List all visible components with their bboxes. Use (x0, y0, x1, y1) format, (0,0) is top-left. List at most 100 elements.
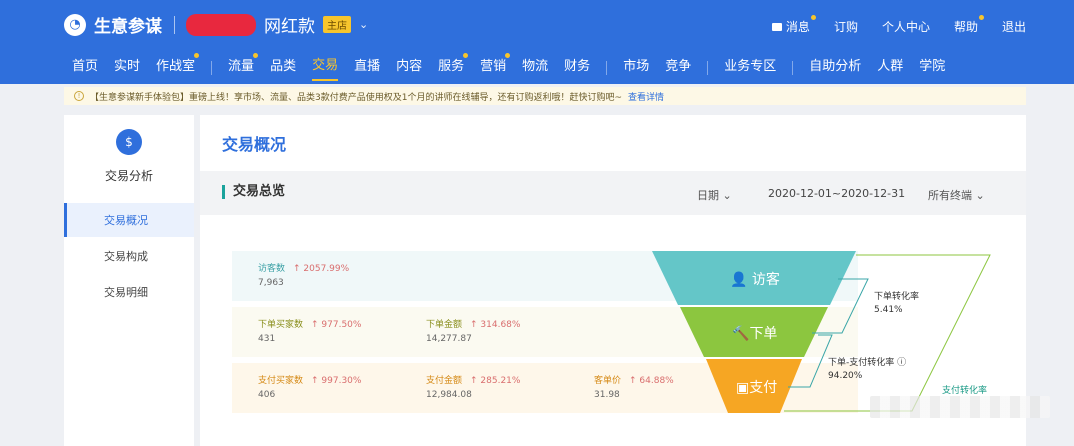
metric-name: 访客数 (258, 264, 286, 274)
conv-value: 94.20% (828, 371, 863, 381)
order-amount-metric: 下单金额 ↑ 314.68% 14,277.87 (426, 317, 520, 344)
metric-value: 7,963 (258, 278, 284, 288)
help-label: 帮助 (953, 20, 978, 34)
date-range: 2020-12-01~2020-12-31 (768, 187, 906, 200)
order-buyers-metric: 下单买家数 ↑ 977.50% 431 (258, 317, 361, 344)
top-bar: ◔ 生意参谋 网红款 主店 ⌄ 消息 订购 个人中心 帮助 退出 首页 实时 作… (0, 0, 1074, 84)
visitors-metric: 访客数 ↑ 2057.99% 7,963 (258, 261, 349, 288)
sidebar-title: 交易分析 (104, 169, 153, 183)
order-pay-conversion-rate: 下单-支付转化率 ⓘ 94.20% (828, 355, 906, 381)
nav-traffic-label: 流量 (228, 59, 255, 74)
terminal-label: 所有终端 (928, 189, 972, 202)
nav-war-room[interactable]: 作战室 (156, 53, 200, 80)
watermark-blur (870, 396, 1050, 418)
order-conversion-rate: 下单转化率 5.41% (874, 289, 919, 315)
notice-bar: ! 【生意参谋新手体验包】重磅上线！享市场、流量、品类3款付费产品使用权及1个月… (64, 87, 1026, 105)
nav-self-analysis[interactable]: 自助分析 (809, 55, 861, 80)
nav-marketing[interactable]: 营销 (480, 53, 511, 80)
metric-name: 下单买家数 (258, 320, 304, 330)
shop-selector[interactable]: 网红款 主店 ⌄ (186, 12, 368, 37)
metric-change: ↑ 997.30% (311, 376, 362, 386)
nav-academy[interactable]: 学院 (919, 55, 945, 80)
notification-dot (194, 53, 200, 58)
nav-divider (211, 60, 213, 75)
metric-change: ↑ 977.50% (311, 320, 362, 330)
pay-amount-metric: 支付金额 ↑ 285.21% 12,984.08 (426, 373, 520, 400)
nav-market[interactable]: 市场 (623, 55, 649, 80)
chevron-down-icon: ⌄ (722, 189, 732, 202)
pay-conversion-rate: 支付转化率 (942, 383, 987, 396)
messages-label: 消息 (785, 20, 810, 34)
nav-marketing-label: 营销 (480, 59, 507, 74)
conv-name: 下单转化率 (874, 292, 920, 302)
nav-transaction[interactable]: 交易 (312, 54, 339, 81)
stage-visitors-label: 👤 访客 (730, 272, 780, 288)
stage-pay-label: ▣支付 (736, 380, 778, 396)
metric-change: ↑ 285.21% (470, 376, 521, 386)
notification-dot (810, 15, 816, 20)
app-name: 生意参谋 (94, 17, 162, 37)
nav-competition[interactable]: 竞争 (665, 55, 691, 80)
metric-name: 下单金额 (426, 320, 463, 330)
chevron-down-icon: ⌄ (975, 189, 985, 202)
nav-live[interactable]: 直播 (354, 55, 380, 80)
help-link[interactable]: 帮助 (953, 15, 984, 35)
sidebar: $ 交易分析 交易概况 交易构成 交易明细 (64, 115, 194, 446)
metric-name: 支付金额 (426, 376, 463, 386)
sidebar-item-details[interactable]: 交易明细 (64, 275, 194, 309)
nav-realtime[interactable]: 实时 (114, 55, 140, 80)
notice-text: 【生意参谋新手体验包】重磅上线！享市场、流量、品类3款付费产品使用权及1个月的讲… (90, 92, 622, 103)
nav-logistics[interactable]: 物流 (522, 55, 548, 80)
conv-name: 支付转化率 (942, 386, 988, 396)
nav-home[interactable]: 首页 (72, 55, 98, 80)
nav-divider (606, 60, 608, 75)
pay-buyers-metric: 支付买家数 ↑ 997.30% 406 (258, 373, 361, 400)
metric-name: 支付买家数 (258, 376, 304, 386)
metric-name: 客单价 (594, 376, 622, 386)
date-dropdown[interactable]: 日期 ⌄ (697, 187, 732, 203)
notification-dot (253, 53, 259, 58)
nav-traffic[interactable]: 流量 (228, 53, 259, 80)
metric-value: 14,277.87 (426, 334, 472, 344)
transaction-icon: $ (116, 129, 142, 155)
shop-name-redacted (186, 13, 256, 36)
notification-dot (505, 53, 511, 58)
date-label: 日期 (697, 189, 719, 202)
nav-content[interactable]: 内容 (396, 55, 422, 80)
nav-audience[interactable]: 人群 (877, 55, 903, 80)
nav-category[interactable]: 品类 (270, 55, 296, 80)
messages-link[interactable]: 消息 (771, 15, 816, 35)
nav-war-room-label: 作战室 (156, 59, 196, 74)
nav-business-zone[interactable]: 业务专区 (724, 55, 776, 80)
metric-value: 12,984.08 (426, 390, 472, 400)
subscribe-link[interactable]: 订购 (834, 18, 858, 35)
sidebar-item-overview[interactable]: 交易概况 (64, 203, 194, 237)
metric-value: 431 (258, 334, 276, 344)
sidebar-item-composition[interactable]: 交易构成 (64, 239, 194, 273)
shop-name-suffix: 网红款 (264, 17, 315, 37)
terminal-select[interactable]: 所有终端 ⌄ (928, 187, 985, 203)
stage-order-label: 🔨下单 (732, 326, 778, 342)
message-icon (771, 22, 782, 31)
notification-dot (978, 15, 984, 20)
conv-name: 下单-支付转化率 (828, 358, 895, 368)
profile-link[interactable]: 个人中心 (882, 18, 930, 35)
metric-change: ↑ 314.68% (470, 320, 521, 330)
divider (174, 15, 175, 34)
section-header: 交易总览 日期 ⌄ 2020-12-01~2020-12-31 所有终端 ⌄ (200, 171, 1026, 215)
nav-divider (707, 60, 709, 75)
shop-badge: 主店 (323, 16, 351, 33)
conversion-funnel: 👤 访客 🔨下单 ▣支付 下单转化率 5.41% 下单-支付转化率 ⓘ 94.2… (652, 249, 1032, 419)
section-title: 交易总览 (222, 185, 285, 199)
page-title: 交易概况 (222, 135, 287, 154)
nav-service[interactable]: 服务 (438, 53, 469, 80)
logo[interactable]: ◔ 生意参谋 (64, 12, 175, 37)
logo-icon: ◔ (64, 13, 86, 36)
logout-link[interactable]: 退出 (1002, 18, 1026, 35)
help-icon[interactable]: ⓘ (897, 358, 906, 368)
conv-value: 5.41% (874, 305, 903, 315)
metric-change: ↑ 2057.99% (293, 264, 350, 274)
main-nav: 首页 实时 作战室 流量 品类 交易 直播 内容 服务 营销 物流 财务 市场 … (72, 53, 945, 81)
notice-link[interactable]: 查看详情 (628, 90, 664, 103)
nav-finance[interactable]: 财务 (564, 55, 590, 80)
